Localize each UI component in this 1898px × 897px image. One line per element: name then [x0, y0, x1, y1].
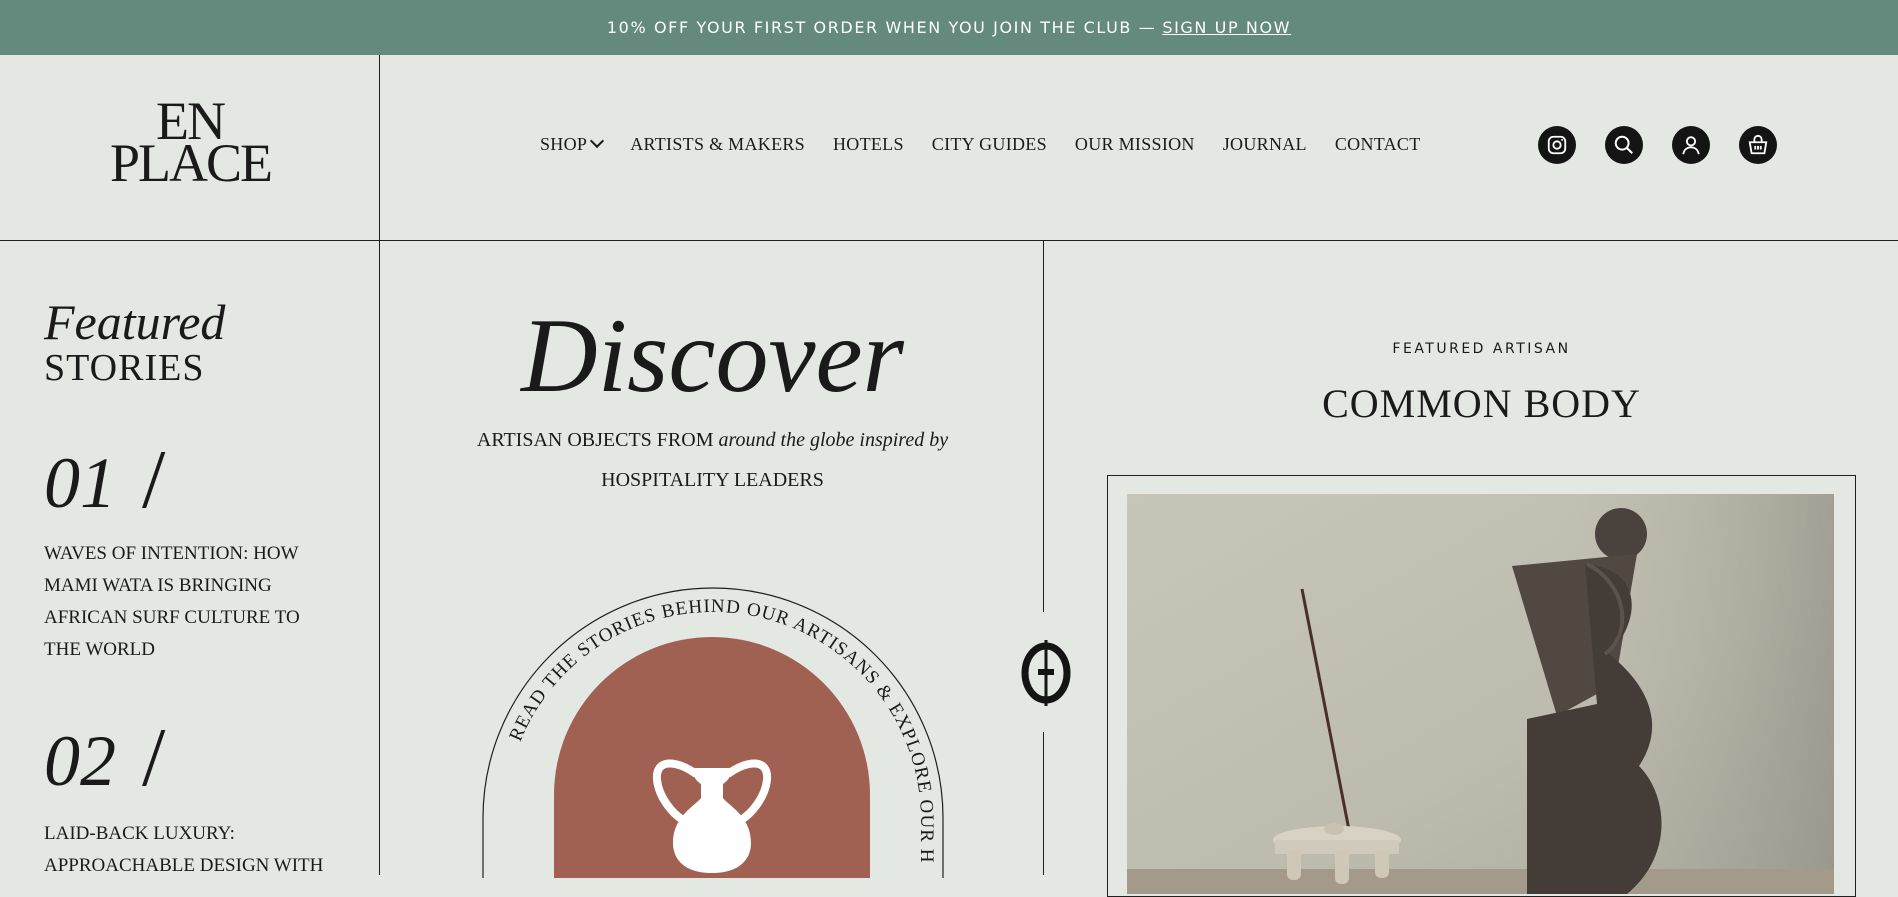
story-number: 02 /	[44, 716, 165, 802]
logo-line-2: PLACE	[110, 133, 273, 193]
tagline-italic: around the globe inspired by	[718, 429, 949, 451]
story-number-text: 01	[44, 443, 116, 523]
featured-heading: Featured	[44, 294, 226, 350]
divider	[0, 240, 1898, 241]
sign-up-link[interactable]: SIGN UP NOW	[1162, 18, 1291, 37]
main-nav: SHOP ARTISTS & MAKERS HOTELS CITY GUIDES…	[540, 133, 1421, 155]
tagline-start: ARTISAN OBJECTS FROM	[476, 429, 719, 451]
nav-item-artists-makers[interactable]: ARTISTS & MAKERS	[630, 134, 805, 155]
instagram-icon[interactable]	[1538, 126, 1576, 164]
cart-icon[interactable]	[1739, 126, 1777, 164]
search-icon[interactable]	[1605, 126, 1643, 164]
divider	[1043, 732, 1044, 875]
nav-item-our-mission[interactable]: OUR MISSION	[1075, 134, 1195, 155]
story-number: 01 /	[44, 438, 165, 524]
chevron-down-icon	[590, 133, 605, 149]
nav-item-journal[interactable]: JOURNAL	[1223, 134, 1307, 155]
featured-artisan-label: FEATURED ARTISAN	[1392, 341, 1571, 357]
nav-label: SHOP	[540, 134, 588, 154]
announcement-text: 10% OFF YOUR FIRST ORDER WHEN YOU JOIN T…	[606, 18, 1157, 37]
tagline-end: HOSPITALITY LEADERS	[601, 469, 824, 491]
hero-tagline: ARTISAN OBJECTS FROM around the globe in…	[380, 420, 1045, 500]
nav-item-city-guides[interactable]: CITY GUIDES	[932, 134, 1047, 155]
hero-title: Discover	[521, 297, 904, 414]
story-link-1[interactable]: WAVES OF INTENTION: HOW MAMI WATA IS BRI…	[44, 538, 334, 666]
header-icons	[1538, 126, 1777, 164]
announcement-bar: 10% OFF YOUR FIRST ORDER WHEN YOU JOIN T…	[0, 0, 1898, 55]
account-icon[interactable]	[1672, 126, 1710, 164]
arc-graphic[interactable]: READ THE STORIES BEHIND OUR ARTISANS & E…	[433, 558, 993, 878]
story-slash: /	[142, 711, 166, 804]
nav-item-hotels[interactable]: HOTELS	[833, 134, 904, 155]
stories-heading: STORIES	[44, 347, 205, 389]
story-slash: /	[142, 433, 166, 526]
featured-artisan-photo[interactable]	[1127, 494, 1834, 894]
story-link-2[interactable]: LAID-BACK LUXURY: APPROACHABLE DESIGN WI…	[44, 818, 334, 882]
site-logo[interactable]: EN PLACE	[110, 94, 273, 193]
story-number-text: 02	[44, 721, 116, 801]
nav-item-contact[interactable]: CONTACT	[1335, 134, 1421, 155]
nav-item-shop[interactable]: SHOP	[540, 133, 605, 155]
brand-emblem-icon	[1021, 640, 1071, 706]
featured-artisan-name[interactable]: COMMON BODY	[1045, 380, 1898, 427]
sculpture-image	[1127, 494, 1834, 894]
